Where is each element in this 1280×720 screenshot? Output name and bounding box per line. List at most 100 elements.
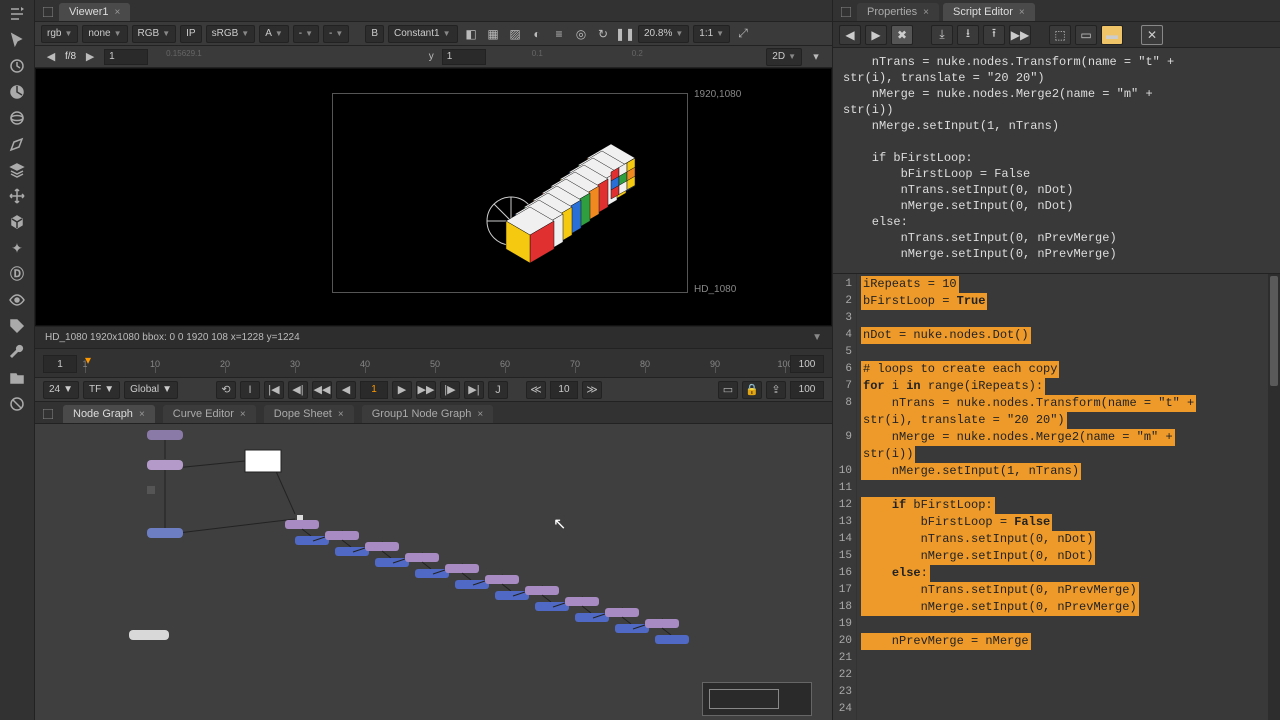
ip-toggle[interactable]: IP (180, 25, 201, 43)
tab-dope-sheet[interactable]: Dope Sheet× (264, 405, 354, 423)
code-body[interactable]: iRepeats = 10bFirstLoop = TruenDot = nuk… (857, 274, 1280, 720)
load-script-icon[interactable]: ⭳ (957, 25, 979, 45)
navigator-thumbnail[interactable] (702, 682, 812, 716)
zoom-level[interactable]: 20.8%▼ (638, 25, 689, 43)
gamma-icon[interactable]: ◐ (528, 25, 546, 43)
in-point-icon[interactable]: I (240, 381, 260, 399)
prev-script-icon[interactable]: ◀ (839, 25, 861, 45)
close-icon[interactable]: × (139, 409, 145, 420)
show-both-icon[interactable]: ▬ (1101, 25, 1123, 45)
current-frame[interactable]: 1 (360, 381, 388, 399)
go-end-icon[interactable]: ▶| (464, 381, 484, 399)
step-fwd-icon[interactable]: ▶▶ (416, 381, 436, 399)
out-point-icon[interactable]: J (488, 381, 508, 399)
pointer-icon[interactable] (7, 30, 27, 50)
skip-fwd-icon[interactable]: ≫ (582, 381, 602, 399)
run-script-icon[interactable]: ▶▶ (1009, 25, 1031, 45)
dim-caret-icon[interactable]: ▾ (810, 51, 822, 63)
next-key-icon[interactable]: |▶ (440, 381, 460, 399)
monitor-icon[interactable]: ▭ (718, 381, 738, 399)
stop-icon[interactable] (7, 394, 27, 414)
play-back-icon[interactable]: ◀ (336, 381, 356, 399)
roi-icon[interactable]: ◎ (572, 25, 590, 43)
next-script-icon[interactable]: ▶ (865, 25, 887, 45)
overlay-select[interactable]: -▼ (293, 25, 319, 43)
tab-curve-editor[interactable]: Curve Editor× (163, 405, 256, 423)
eye-icon[interactable] (7, 290, 27, 310)
refresh-icon[interactable]: ↻ (594, 25, 612, 43)
go-start-icon[interactable]: |◀ (264, 381, 284, 399)
scrollbar[interactable] (1268, 274, 1280, 720)
move-icon[interactable] (7, 186, 27, 206)
play-icon[interactable]: ▶ (392, 381, 412, 399)
fps-select[interactable]: 24▼ (43, 381, 79, 399)
input-node-select[interactable]: Constant1▼ (388, 25, 458, 43)
overlay2-select[interactable]: -▼ (323, 25, 349, 43)
scrollbar-thumb[interactable] (1270, 276, 1278, 386)
close-icon[interactable]: × (923, 7, 929, 18)
y-input[interactable] (442, 49, 486, 65)
sphere-icon[interactable] (7, 108, 27, 128)
close-icon[interactable]: × (1019, 7, 1025, 18)
sub-ruler-left[interactable]: 0.15629.1 (164, 51, 413, 63)
lock-icon[interactable]: 🔒 (742, 381, 762, 399)
layers-icon[interactable] (7, 160, 27, 180)
pixel-ratio[interactable]: 1:1▼ (693, 25, 730, 43)
clear-history-icon[interactable]: ✖ (891, 25, 913, 45)
timeline[interactable]: 1 ▾ 1102030405060708090100 100 (35, 348, 832, 378)
panel-drag-icon[interactable] (43, 7, 53, 17)
tag-icon[interactable] (7, 316, 27, 336)
close-icon[interactable]: × (477, 409, 483, 420)
node-graph[interactable]: ↖ (35, 424, 832, 720)
draw-icon[interactable] (7, 134, 27, 154)
cube3d-icon[interactable] (7, 212, 27, 232)
prev-icon[interactable]: ◀ (45, 51, 57, 63)
tab-properties[interactable]: Properties× (857, 3, 939, 21)
expand-icon[interactable]: ⤢ (734, 25, 752, 43)
close-icon[interactable]: × (240, 409, 246, 420)
status-caret-icon[interactable]: ▼ (812, 332, 822, 343)
tf-select[interactable]: TF▼ (83, 381, 120, 399)
list-icon[interactable]: ≡ (550, 25, 568, 43)
save-script-icon[interactable]: ⭱ (983, 25, 1005, 45)
wipe-icon[interactable]: ◧ (462, 25, 480, 43)
viewer-canvas[interactable]: 1920,1080 HD_1080 (35, 68, 832, 326)
menu-icon[interactable] (7, 4, 27, 24)
loop-icon[interactable]: ⟲ (216, 381, 236, 399)
channel-select[interactable]: rgb▼ (41, 25, 78, 43)
close-icon[interactable]: × (115, 7, 121, 18)
close-icon[interactable]: × (338, 409, 344, 420)
colorspace-select[interactable]: sRGB▼ (206, 25, 256, 43)
tab-viewer1[interactable]: Viewer1 × (59, 3, 130, 21)
folder-icon[interactable] (7, 368, 27, 388)
pie-icon[interactable] (7, 82, 27, 102)
tab-group-node-graph[interactable]: Group1 Node Graph× (362, 405, 494, 423)
show-output-icon[interactable]: ▭ (1075, 25, 1097, 45)
sparkle-icon[interactable]: ✦ (7, 238, 27, 258)
skip-back-icon[interactable]: ≪ (526, 381, 546, 399)
panel-drag-icon[interactable] (43, 409, 53, 419)
rgb-select[interactable]: RGB▼ (132, 25, 177, 43)
wrench-icon[interactable] (7, 342, 27, 362)
panel-drag-icon[interactable] (841, 7, 851, 17)
export-icon[interactable]: ⇪ (766, 381, 786, 399)
step-back-icon[interactable]: ◀◀ (312, 381, 332, 399)
sub-ruler-right[interactable]: 0.1 0.2 (502, 51, 751, 63)
frame-input[interactable] (104, 49, 148, 65)
stripes-icon[interactable]: ▨ (506, 25, 524, 43)
tab-node-graph[interactable]: Node Graph× (63, 405, 155, 423)
clear-output-icon[interactable]: ✕ (1141, 25, 1163, 45)
dimension-select[interactable]: 2D▼ (766, 48, 802, 66)
jump-frames[interactable]: 10 (550, 381, 578, 399)
source-script-icon[interactable]: ⤓ (931, 25, 953, 45)
timeline-ruler[interactable]: 1102030405060708090100 (85, 355, 782, 373)
buffer-a-select[interactable]: A▼ (259, 25, 289, 43)
script-input[interactable]: 1234567891011121314151617181920212223242… (833, 274, 1280, 720)
timeline-start-box[interactable]: 1 (43, 355, 77, 373)
alpha-select[interactable]: none▼ (82, 25, 127, 43)
next-icon[interactable]: ▶ (84, 51, 96, 63)
pause-icon[interactable]: ❚❚ (616, 25, 634, 43)
timeline-end-box[interactable]: 100 (790, 355, 824, 373)
tab-script-editor[interactable]: Script Editor× (943, 3, 1035, 21)
clip-icon[interactable]: ▦ (484, 25, 502, 43)
